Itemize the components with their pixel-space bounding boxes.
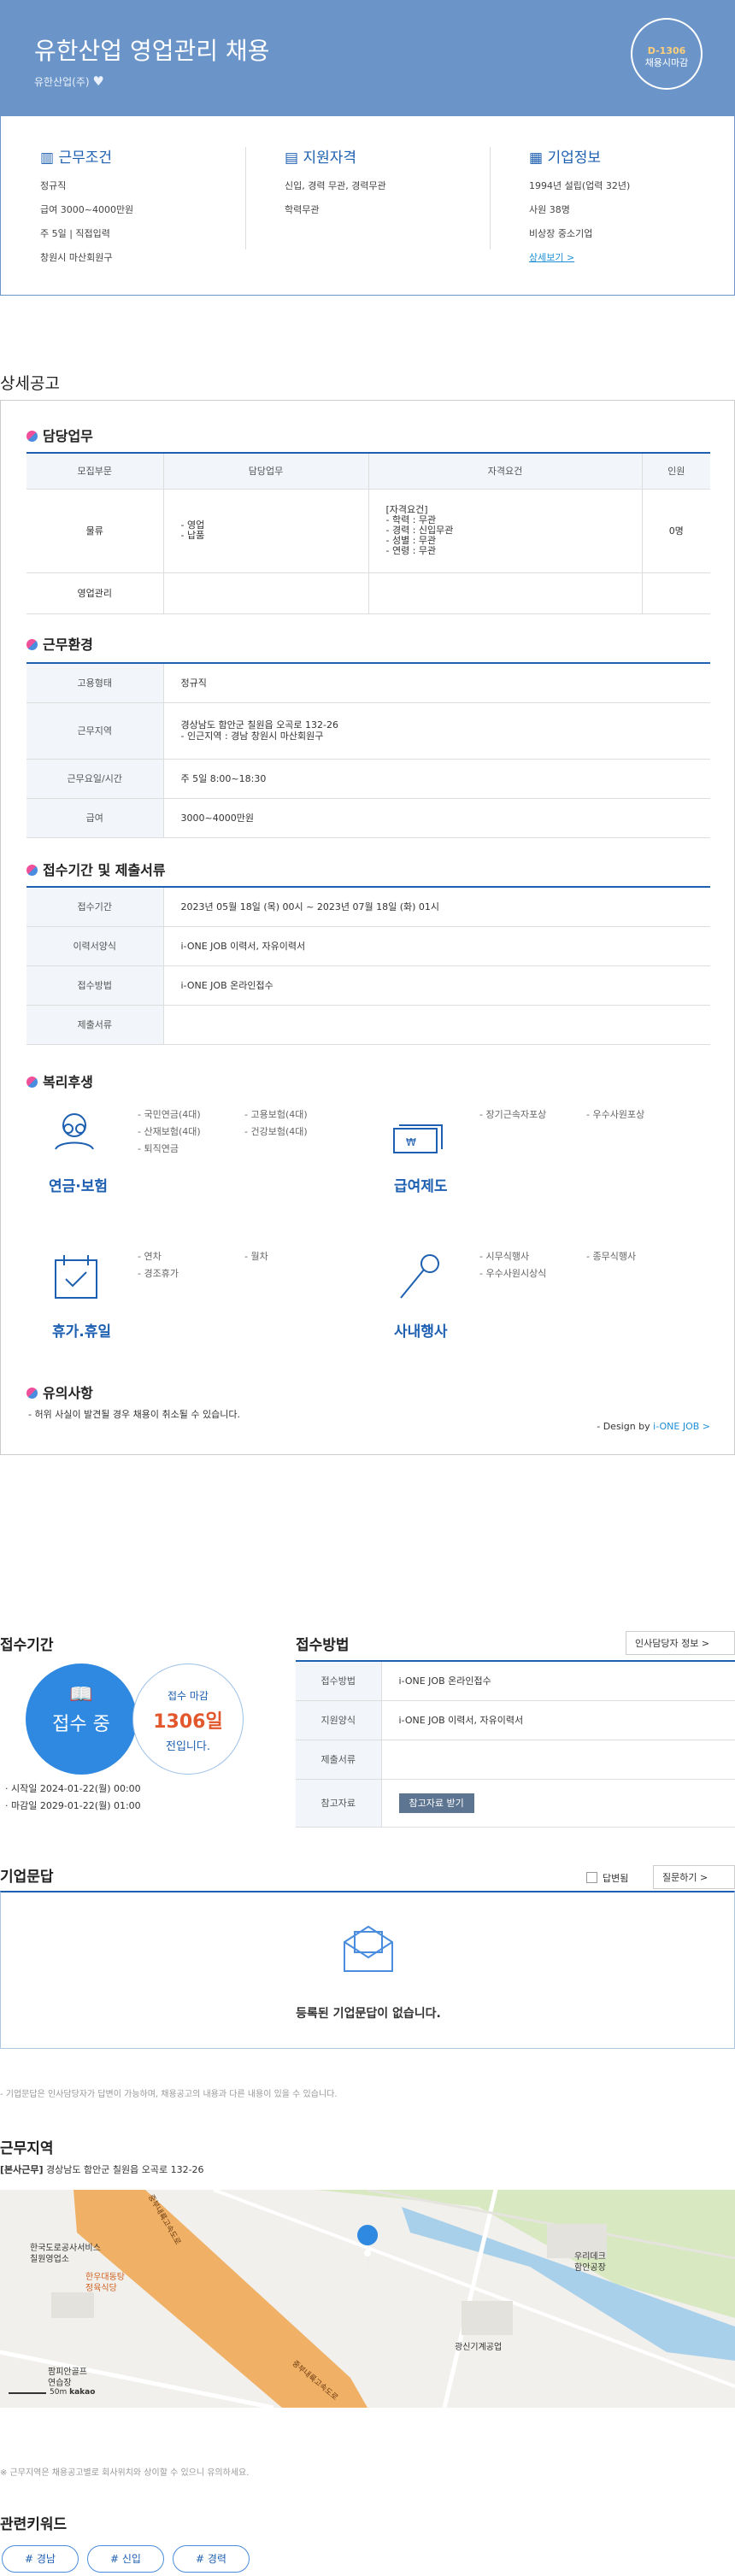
summary-conditions: ▥ 근무조건 정규직 급여 3000~4000만원 주 5일 | 직접입력 창원시 마… bbox=[40, 150, 134, 263]
welfare-list-vacation: - 연차 - 월차 - 경조휴가 bbox=[138, 1251, 268, 1279]
start-date: · 시작일 2024-01-22(월) 00:00 bbox=[5, 1783, 141, 1794]
keyword-tag[interactable]: # 신입 bbox=[87, 2545, 164, 2573]
job-header: 유한산업 영업관리 채용 유한산업(주) ♥ D-1306 채용시마감 bbox=[0, 0, 735, 116]
keyword-tag[interactable]: # 경남 bbox=[2, 2545, 79, 2573]
calendar-icon: ▤ bbox=[285, 150, 299, 167]
duty-heading: 담당업무 bbox=[26, 425, 93, 445]
location-title: 근무지역 bbox=[0, 2140, 54, 2157]
answered-filter[interactable]: 답변됨 bbox=[586, 1871, 628, 1885]
period-table: 접수기간 2023년 05월 18일 (목) 00시 ~ 2023년 07월 18… bbox=[26, 886, 710, 1045]
qna-title: 기업문답 bbox=[0, 1869, 54, 1886]
map-label-d: 우리데크 함안공장 bbox=[574, 2252, 606, 2273]
welfare-list-pension: - 국민연금(4대) - 고용보험(4대) - 산재보험(4대) - 건강보험(4대)… bbox=[138, 1109, 308, 1154]
period-title: 접수기간 bbox=[0, 1637, 54, 1654]
map-label-b: 한우대동탕 정육식당 bbox=[85, 2273, 125, 2293]
job-title: 유한산업 영업관리 채용 bbox=[34, 37, 270, 65]
period-heading: 접수기간 및 제출서류 bbox=[26, 859, 166, 879]
vacation-icon bbox=[55, 1255, 97, 1299]
summary-qualifications: ▤ 지원자격 신입, 경력 무관, 경력무관 학력무관 bbox=[285, 150, 386, 215]
env-heading: 근무환경 bbox=[26, 633, 93, 654]
reference-download-button[interactable]: 참고자료 받기 bbox=[398, 1793, 474, 1813]
notice-heading: 유의사항 bbox=[26, 1382, 93, 1402]
checkbox[interactable] bbox=[586, 1872, 597, 1883]
design-credit: - Design by i-ONE JOB > bbox=[597, 1421, 710, 1432]
qna-box: 등록된 기업문답이 없습니다. bbox=[0, 1891, 735, 2049]
method-table: 접수방법 i-ONE JOB 온라인접수 지원양식 i-ONE JOB 이력서, 자… bbox=[296, 1660, 735, 1828]
map-label-c: 팜피안골프 연습장 bbox=[48, 2368, 87, 2388]
welfare-list-salary: - 장기근속자포상 - 우수사원포상 bbox=[479, 1109, 645, 1120]
qna-empty: 등록된 기업문답이 없습니다. bbox=[296, 2007, 441, 2021]
keyword-tag[interactable]: # 경력 bbox=[173, 2545, 250, 2573]
salary-icon: ₩ bbox=[393, 1124, 443, 1153]
end-date: · 마감일 2029-01-22(월) 01:00 bbox=[5, 1800, 141, 1811]
company-icon: ▦ bbox=[529, 150, 544, 167]
duty-table: 모집부문 담당업무 자격요건 인원 물류 - 영업 - 납품 [자격요건] - 학력 : … bbox=[26, 452, 710, 614]
detail-title: 상세공고 bbox=[0, 374, 60, 393]
env-table: 고용형태 정규직 근무지역 경상남도 함안군 칠원읍 오곡로 132-26 - 인근… bbox=[26, 662, 710, 838]
location-address: [본사근무] 경상남도 함안군 칠원읍 오곡로 132-26 bbox=[0, 2164, 204, 2175]
summary-company: ▦ 기업정보 1994년 설립(업력 32년) 사원 38명 비상장 중소기업 상세… bbox=[529, 150, 631, 263]
company-name[interactable]: 유한산업(주) ♥ bbox=[34, 73, 104, 89]
ask-question-button[interactable]: 질문하기 > bbox=[653, 1865, 735, 1889]
welfare-label-pension: 연금·보험 bbox=[49, 1178, 109, 1195]
company-detail-link[interactable]: 상세보기 > bbox=[529, 252, 574, 263]
map-scale: 50m kakao bbox=[9, 2388, 95, 2397]
location-note: ※ 근무지역은 채용공고별로 회사위치와 상이할 수 있으니 유의하세요. bbox=[0, 2468, 250, 2478]
contact-info-button[interactable]: 인사담당자 정보 > bbox=[626, 1631, 735, 1655]
book-icon: 📖 bbox=[69, 1684, 93, 1705]
welfare-list-events: - 시무식행사 - 종무식행사 - 우수사원시상식 bbox=[479, 1251, 637, 1279]
keywords-title: 관련키워드 bbox=[0, 2516, 68, 2533]
method-title: 접수방법 bbox=[296, 1637, 350, 1654]
job-summary: ▥ 근무조건 정규직 급여 3000~4000만원 주 5일 | 직접입력 창원시 마… bbox=[0, 116, 735, 296]
welfare-heading: 복리후생 bbox=[26, 1071, 93, 1091]
map-label-a: 한국도로공사서비스 칠원영업소 bbox=[30, 2244, 101, 2264]
envelope-icon bbox=[344, 1925, 393, 1972]
qna-note: - 기업문답은 인사담당자가 답변이 가능하며, 채용공고의 내용과 다른 내용… bbox=[0, 2090, 338, 2099]
status-circle: 📖 접수 중 bbox=[26, 1664, 137, 1775]
ione-link[interactable]: i-ONE JOB > bbox=[653, 1421, 710, 1432]
notice-text: - 허위 사실이 발견될 경우 채용이 취소될 수 있습니다. bbox=[28, 1409, 240, 1420]
detail-content: 담당업무 모집부문 담당업무 자격요건 인원 물류 - 영업 - 납품 [자격요건] - … bbox=[0, 400, 735, 1455]
microphone-icon bbox=[400, 1254, 439, 1299]
building-icon: ▥ bbox=[40, 150, 55, 167]
welfare-label-vacation: 휴가.휴일 bbox=[52, 1323, 112, 1341]
countdown-circle: 접수 마감 1306일 전입니다. bbox=[132, 1664, 244, 1775]
map[interactable]: 한국도로공사서비스 칠원영업소 한우대동탕 정육식당 팜피안골프 연습장 우리데크 함안… bbox=[0, 2190, 735, 2408]
map-label-e: 광신기계공업 bbox=[455, 2343, 503, 2352]
heart-icon[interactable]: ♥ bbox=[92, 73, 103, 89]
dday-badge: D-1306 채용시마감 bbox=[631, 18, 703, 90]
pension-icon bbox=[55, 1113, 94, 1150]
apply-section: 접수기간 📖 접수 중 접수 마감 1306일 전입니다. · 시작일 2024… bbox=[0, 1628, 735, 1850]
welfare-label-salary: 급여제도 bbox=[394, 1178, 448, 1195]
svg-text:₩: ₩ bbox=[406, 1136, 416, 1148]
welfare-label-events: 사내행사 bbox=[394, 1323, 448, 1341]
